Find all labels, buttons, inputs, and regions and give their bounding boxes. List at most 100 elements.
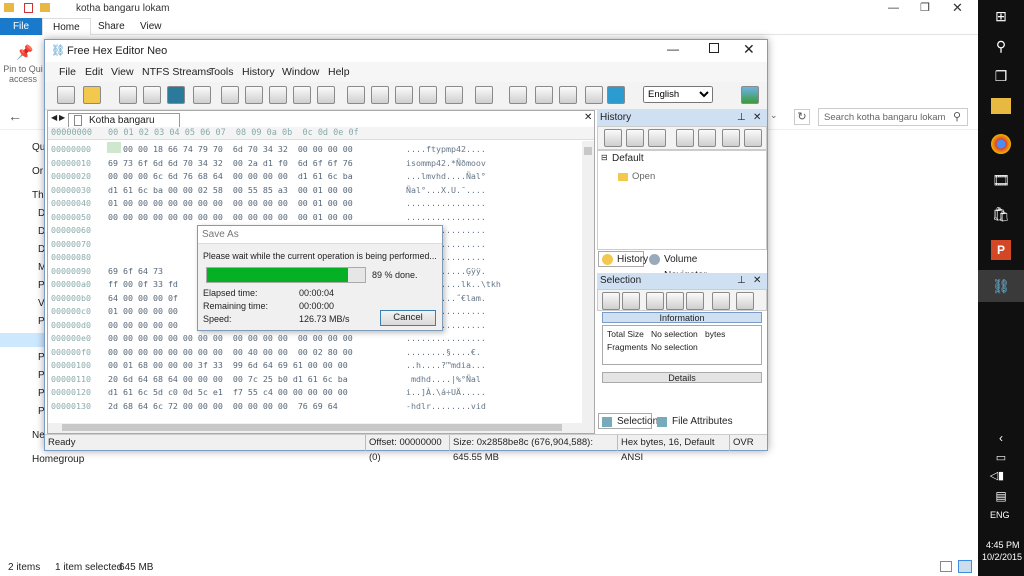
menu-history[interactable]: History — [242, 66, 275, 78]
tab-scroll-right-icon[interactable]: ▶ — [59, 113, 65, 122]
document-tab[interactable]: Kotha bangaru lokam — [68, 113, 180, 140]
selection-action-icon[interactable] — [736, 292, 754, 310]
hex-row-ascii[interactable]: isommp42.*Ñðmoov — [406, 157, 486, 170]
information-header[interactable]: Information — [602, 312, 762, 323]
hex-row-bytes[interactable]: 20 6d 64 68 64 00 00 00 00 7c 25 b0 d1 6… — [108, 373, 348, 386]
close-icon[interactable]: ✕ — [952, 0, 963, 16]
hex-row-offset[interactable]: 00000070 — [51, 238, 91, 251]
nav-item-onedrive[interactable]: Or — [32, 166, 43, 177]
structure-icon[interactable] — [535, 86, 553, 104]
hex-row-bytes[interactable]: 00 00 00 00 00 00 00 00 00 40 00 00 00 0… — [108, 346, 353, 359]
battery-icon[interactable]: ▭ — [991, 448, 1011, 468]
find-next-icon[interactable] — [395, 86, 413, 104]
hex-row-bytes[interactable]: 64 00 00 00 0f — [108, 292, 178, 305]
selection-action-icon[interactable] — [686, 292, 704, 310]
hex-row[interactable]: 00000040 01 00 00 00 00 00 00 00 00 00 00… — [48, 197, 578, 210]
close-icon[interactable]: ✕ — [743, 41, 755, 58]
hex-row-bytes[interactable]: 00 01 68 00 00 00 3f 33 99 6d 64 69 61 0… — [108, 359, 348, 372]
menu-file[interactable]: File — [59, 66, 76, 78]
hex-row[interactable]: 00000030 d1 61 6c ba 00 00 02 58 00 55 85… — [48, 184, 578, 197]
hex-row-ascii[interactable]: -hdlr........vid — [406, 400, 486, 413]
menu-help[interactable]: Help — [328, 66, 350, 78]
refresh-icon[interactable]: ↻ — [794, 109, 810, 125]
store-icon[interactable]: 🛍 — [991, 204, 1011, 224]
hex-row[interactable]: 00000130 2d 68 64 6c 72 00 00 00 00 00 00… — [48, 400, 578, 413]
hex-row-ascii[interactable]: ...lmvhd....Ñal° — [406, 170, 486, 183]
maximize-icon[interactable]: ❐ — [920, 1, 930, 14]
hex-row-offset[interactable]: 00000060 — [51, 224, 91, 237]
hex-row-offset[interactable]: 00000020 — [51, 170, 91, 183]
hex-row-bytes[interactable]: 01 00 00 00 00 — [108, 305, 178, 318]
hex-row-bytes[interactable]: 69 6f 64 73 — [108, 265, 163, 278]
print-icon[interactable] — [193, 86, 211, 104]
nav-item-homegroup[interactable]: Homegroup — [32, 454, 84, 465]
paste-icon[interactable] — [317, 86, 335, 104]
dropdown-chevron-icon[interactable]: ⌄ — [770, 110, 778, 121]
hex-row-ascii[interactable]: mdhd....|%°Ñal — [406, 373, 481, 386]
device-icon[interactable] — [607, 86, 625, 104]
language-indicator[interactable]: ENG — [990, 510, 1010, 520]
hex-row-offset[interactable]: 00000120 — [51, 386, 91, 399]
nav-item-thispc[interactable]: Th — [32, 190, 44, 201]
hex-row-ascii[interactable]: i..]À.\á÷UÄ..... — [406, 386, 486, 399]
task-view-icon[interactable]: ❐ — [991, 66, 1011, 86]
new-file-icon[interactable] — [57, 86, 75, 104]
document-icon[interactable] — [559, 86, 577, 104]
properties-icon[interactable] — [24, 3, 33, 13]
hex-row-ascii[interactable]: ........§....€. — [406, 346, 481, 359]
history-action-icon[interactable] — [722, 129, 740, 147]
hex-row-bytes[interactable]: 00 00 00 18 66 74 79 70 6d 70 34 32 00 0… — [108, 143, 353, 156]
search-icon[interactable]: ⚲ — [991, 36, 1011, 56]
hex-row-bytes[interactable]: 00 00 00 00 00 00 00 00 00 00 00 00 00 0… — [108, 332, 353, 345]
hscroll-thumb[interactable] — [62, 424, 562, 431]
horizontal-scrollbar[interactable] — [48, 423, 594, 433]
close-tab-icon[interactable]: ✕ — [584, 112, 592, 123]
hex-row[interactable]: 00000010 69 73 6f 6d 6d 70 34 32 00 2a d1… — [48, 157, 578, 170]
image-icon[interactable] — [741, 86, 759, 104]
hex-row-offset[interactable]: 00000000 — [51, 143, 91, 156]
tab-selection[interactable]: Selection — [598, 413, 658, 429]
hex-row-offset[interactable]: 000000a0 — [51, 278, 91, 291]
details-view-icon[interactable] — [940, 561, 952, 572]
hex-row-bytes[interactable]: 2d 68 64 6c 72 00 00 00 00 00 00 00 76 6… — [108, 400, 338, 413]
edit-icon[interactable] — [269, 86, 287, 104]
copy-icon[interactable] — [293, 86, 311, 104]
clipboard-icon[interactable] — [347, 86, 365, 104]
hex-row-ascii[interactable]: ................ — [406, 332, 486, 345]
hex-row[interactable]: 000000f0 00 00 00 00 00 00 00 00 00 40 00… — [48, 346, 578, 359]
large-icons-view-icon[interactable] — [958, 560, 972, 573]
hex-row-bytes[interactable]: 01 00 00 00 00 00 00 00 00 00 00 00 00 0… — [108, 197, 353, 210]
hex-row-ascii[interactable]: Ñal°...X.U.¯.... — [406, 184, 486, 197]
back-arrow-icon[interactable]: ← — [8, 108, 22, 124]
hex-row-offset[interactable]: 00000010 — [51, 157, 91, 170]
hex-row-bytes[interactable]: ff 00 0f 33 fd — [108, 278, 178, 291]
notifications-icon[interactable]: ▤ — [991, 486, 1011, 506]
hex-row-offset[interactable]: 00000110 — [51, 373, 91, 386]
hex-row-offset[interactable]: 00000130 — [51, 400, 91, 413]
history-action-icon[interactable] — [604, 129, 622, 147]
hex-row[interactable]: 000000e0 00 00 00 00 00 00 00 00 00 00 00… — [48, 332, 578, 345]
hex-row-offset[interactable]: 00000050 — [51, 211, 91, 224]
hex-row-offset[interactable]: 00000100 — [51, 359, 91, 372]
history-item-open[interactable]: Open — [632, 171, 655, 182]
maximize-icon[interactable] — [709, 43, 719, 53]
close-icon[interactable]: ✕ — [753, 110, 761, 126]
scroll-thumb[interactable] — [584, 147, 592, 155]
tab-volume-navigator[interactable]: Volume Navigator — [645, 251, 737, 281]
pin-quick-access-button[interactable]: 📌 Pin to Qui access — [2, 40, 44, 90]
minimize-icon[interactable]: — — [667, 42, 679, 56]
search-icon[interactable]: ⚲ — [953, 110, 961, 123]
cancel-button[interactable]: Cancel — [380, 310, 436, 326]
selection-action-icon[interactable] — [602, 292, 620, 310]
hex-row[interactable]: 00000020 00 00 00 6c 6d 76 68 64 00 00 00… — [48, 170, 578, 183]
history-root[interactable]: Default — [612, 153, 644, 164]
history-action-icon[interactable] — [698, 129, 716, 147]
clock-date[interactable]: 10/2/2015 — [982, 552, 1022, 562]
nav-item-network[interactable]: Ne — [32, 430, 45, 441]
chevron-up-icon[interactable]: ‹ — [991, 428, 1011, 448]
open-file-icon[interactable] — [83, 86, 101, 104]
selection-action-icon[interactable] — [622, 292, 640, 310]
menu-tools[interactable]: Tools — [209, 66, 234, 78]
select-icon[interactable] — [445, 86, 463, 104]
hex-row-offset[interactable]: 00000080 — [51, 251, 91, 264]
